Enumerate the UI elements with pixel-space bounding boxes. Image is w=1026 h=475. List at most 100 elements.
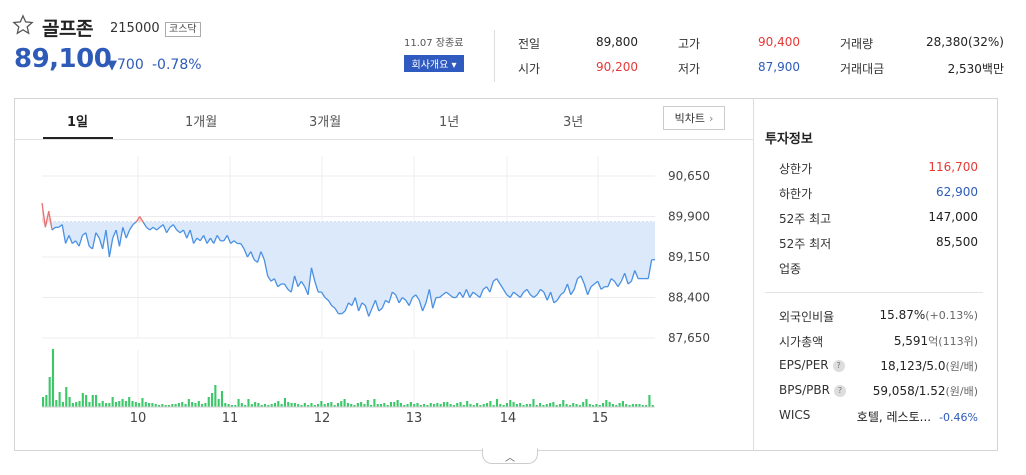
volume-bar [442, 402, 446, 407]
volume-bar [519, 403, 522, 407]
volume-bar [118, 401, 121, 407]
volume-bar [65, 387, 68, 407]
volume-bar [290, 403, 293, 407]
volume-bar [605, 400, 608, 407]
volume-bar [58, 392, 61, 407]
y-tick-label: 88,400 [668, 291, 710, 305]
help-icon[interactable]: ? [833, 384, 846, 397]
volume-bar [204, 403, 207, 407]
volume-bar [512, 402, 515, 407]
invest2-extra-3: (원/배) [945, 385, 978, 398]
volume-bar [138, 403, 141, 407]
invest-info-title: 투자정보 [765, 132, 813, 147]
volume-bar [283, 398, 286, 407]
invest2-label-text-3: BPS/PBR [779, 383, 830, 397]
volume-bar [601, 403, 605, 407]
volume-bar [85, 395, 88, 407]
x-tick-label: 10 [130, 411, 147, 426]
below-reference-fill [42, 221, 655, 317]
volume-bar [505, 403, 509, 407]
volume-bar [71, 403, 74, 407]
invest2-value-2: 18,123/5.0(원/배) [880, 358, 978, 374]
invest2-value-text-3: 59,058/1.52 [872, 384, 946, 398]
volume-bar [210, 393, 214, 407]
volume-bar [466, 401, 469, 407]
x-tick-label: 15 [592, 411, 609, 426]
volume-bar [177, 403, 180, 407]
volume-bar [343, 399, 346, 407]
volume-bar [393, 402, 396, 407]
invest-value-2: 147,000 [928, 210, 978, 224]
price-chart: 90,650 89,900 89,150 88,400 87,650 10 11 12 13 14… [41, 156, 710, 426]
volume-bar [409, 402, 412, 407]
invest2-value-0: 15.87%(+0.13%) [879, 308, 978, 322]
volume-bar [621, 401, 624, 407]
volume-bar [55, 400, 58, 407]
volume-bar [273, 403, 277, 407]
volume-bar [277, 401, 280, 407]
x-tick-label: 12 [314, 411, 331, 426]
chevron-up-icon: ︿ [505, 452, 515, 464]
volume-bar [399, 403, 402, 407]
volume-bar [303, 403, 306, 407]
invest2-label-0: 외국인비율 [779, 308, 834, 325]
volume-bar [247, 399, 250, 407]
volume-bar [456, 403, 459, 407]
invest2-value-3: 59,058/1.52(원/배) [873, 383, 978, 399]
volume-bar [197, 401, 200, 407]
invest2-extra-1: 억(113위) [928, 335, 978, 348]
invest-value-0: 116,700 [928, 160, 978, 174]
volume-bar [51, 349, 55, 407]
volume-bar [45, 395, 48, 407]
volume-bar [75, 402, 78, 407]
volume-bar [101, 401, 104, 407]
volume-bar [220, 391, 224, 407]
invest-value-3: 85,500 [936, 235, 978, 249]
volume-bar [191, 402, 194, 407]
volume-bar [396, 400, 399, 407]
volume-bar [287, 402, 290, 407]
volume-bar [539, 403, 542, 407]
volume-bar [224, 403, 227, 407]
invest2-label-text-2: EPS/PER [779, 358, 829, 372]
volume-bar [532, 399, 535, 407]
invest-label-1: 하한가 [779, 187, 813, 201]
invest2-label-text-4: WICS [779, 408, 811, 422]
volume-bar [336, 403, 340, 407]
volume-bar [416, 403, 419, 407]
volume-bar [61, 402, 64, 407]
invest-label-2: 52주 최고 [779, 212, 832, 226]
invest2-label-text-0: 외국인비율 [779, 310, 835, 324]
volume-bar [476, 403, 479, 407]
help-icon[interactable]: ? [832, 359, 845, 372]
volume-bar [78, 401, 81, 407]
volume-bar [148, 403, 151, 407]
volume-bar [237, 399, 240, 407]
x-tick-label: 11 [222, 411, 239, 426]
invest-label-3: 52주 최저 [779, 237, 832, 251]
volume-bar [68, 397, 71, 407]
collapse-button[interactable]: ︿ [482, 448, 538, 464]
volume-bar [585, 399, 588, 407]
volume-bar [214, 385, 217, 407]
volume-bar [217, 399, 220, 407]
volume-bar [81, 393, 84, 407]
invest-label-0: 상한가 [779, 162, 813, 176]
volume-bar [104, 403, 108, 407]
volume-bar [552, 402, 555, 407]
volume-bar [114, 402, 118, 407]
volume-bar [257, 403, 260, 407]
invest2-value-text-4: 호텔, 레스토... [856, 410, 932, 424]
volume-bar [151, 403, 154, 407]
y-tick-label: 87,650 [668, 331, 710, 345]
volume-bar [293, 403, 296, 407]
volume-bar [436, 403, 439, 407]
volume-bar [648, 395, 651, 407]
invest2-extra-2: (원/배) [945, 360, 978, 373]
y-tick-label: 90,650 [668, 169, 710, 183]
volume-bar [108, 403, 111, 407]
volume-bar [618, 403, 621, 407]
volume-bar [495, 399, 499, 407]
invest-info-separator [765, 292, 983, 293]
volume-bar [98, 403, 101, 407]
